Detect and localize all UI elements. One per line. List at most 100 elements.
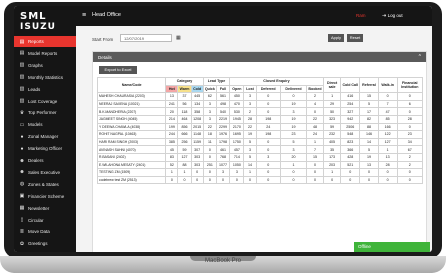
reset-button[interactable]: Reset (347, 34, 363, 42)
menu-icon[interactable]: ≡ (82, 12, 86, 19)
row-value-cell: 450 (229, 92, 245, 101)
table-row[interactable]: B.K.MANDHERIA (2207) 20 118 358 3 540 530 2 0 3 0 5… (96, 107, 424, 116)
header-financial-institution: Financial Institution (396, 76, 424, 94)
sidebar-item-label: Dealers (28, 158, 44, 163)
row-value-cell: 0 (279, 168, 308, 177)
table-row[interactable]: HARI RAM SINGH (2003) 385 256 1159 11 1798 175… (96, 137, 424, 147)
table-row[interactable]: TESTING ZM (1509) 1 1 0 0 3 3 1 0 0 0 1 0 0 0 0 (96, 168, 424, 177)
header-cold-call: Cold Call (340, 76, 361, 94)
row-value-cell: 13 (165, 92, 179, 101)
app-screen: SML ISUZU ▤ Reports ▤ Model Reports ▥ Graphs ▥… (14, 6, 432, 252)
export-excel-button[interactable]: Export to Excel (99, 66, 137, 74)
page-title: Head Office (92, 12, 121, 18)
row-value-cell: 0 (359, 168, 379, 177)
apply-button[interactable]: Apply (328, 34, 344, 42)
table-row[interactable]: R.BASANI (2402) 83 127 303 0 768 714 5 3 20 15 173 4… (96, 152, 424, 162)
row-value-cell: 203 (322, 160, 342, 170)
trophy-icon: ♛ (19, 109, 25, 116)
user-name[interactable]: Ram (356, 13, 366, 18)
start-date-input[interactable]: 12/07/2019 (120, 34, 172, 42)
row-value-cell: 24 (306, 130, 324, 139)
header-deferred: Deferred (255, 84, 281, 94)
row-value-cell: 385 (165, 137, 179, 147)
row-value-cell: 445 (190, 92, 204, 101)
table-row[interactable]: Y DEEWA CHAWLA (4038) 199 856 2015 22 2299 217… (96, 122, 424, 132)
table-row[interactable]: AVINASH SAHNI (4070) 45 59 307 0 461 457 3 0 3 7 35… (96, 145, 424, 154)
collapse-icon[interactable]: ^ (419, 54, 421, 60)
row-value-cell: 323 (322, 114, 342, 124)
graph-icon: ▥ (19, 86, 25, 93)
sidebar-item-models[interactable]: ▭ Models (14, 119, 76, 130)
header-closed-enquiry: Closed Enquiry (229, 77, 324, 86)
sidebar-item-move-data[interactable]: ≣ Move Data (14, 226, 76, 237)
row-value-cell: 0 (202, 168, 217, 177)
row-value-cell: 2 (396, 160, 424, 170)
row-value-cell: 20 (165, 107, 179, 116)
calendar-icon[interactable]: ▦ (176, 35, 181, 41)
row-name-cell: B.K.MANDHERIA (2207) (96, 107, 167, 116)
row-value-cell: 232 (322, 130, 342, 139)
row-value-cell: 127 (377, 137, 398, 147)
sidebar-item-monthly-statistics[interactable]: ▥ Monthly Statistics (14, 72, 76, 83)
row-value-cell: 59 (322, 122, 342, 132)
sidebar-item-label: Zonal Manager (28, 134, 59, 140)
row-value-cell: 19 (279, 99, 308, 109)
offline-status-badge: Offline (354, 242, 430, 252)
sidebar-item-greetings[interactable]: ✿ Greetings (14, 238, 76, 249)
sidebar-item-sales-executive[interactable]: ☻ Sales Executive (14, 167, 76, 178)
table-row[interactable]: NEERAJ SAXENA (10021) 241 56 134 3 498 470 3 0 19… (96, 99, 424, 109)
sidebar-item-label: Newsletter (28, 205, 50, 211)
sidebar-item-dealers[interactable]: ☻ Dealers (14, 155, 76, 166)
row-value-cell: 241 (165, 99, 179, 109)
row-value-cell: 3 (243, 92, 257, 101)
row-value-cell: 0 (306, 168, 324, 177)
row-value-cell: 1208 (190, 114, 204, 124)
row-value-cell: 2219 (215, 114, 231, 124)
sidebar-item-model-reports[interactable]: ▤ Model Reports (14, 48, 76, 59)
row-value-cell: 7 (377, 99, 398, 109)
row-name-cell: NEERAJ SAXENA (10021) (96, 99, 167, 109)
row-value-cell: 0 (190, 168, 204, 177)
row-value-cell: 256 (177, 137, 192, 147)
row-value-cell: 34 (396, 137, 424, 147)
logout-label: Log out (387, 13, 403, 18)
row-value-cell: 122 (377, 130, 398, 139)
sidebar-item-zonal-manager[interactable]: ● Zonal Manager (14, 131, 76, 142)
table-row[interactable]: JAGMEET SINGH (4045) 214 464 1208 3 2219 1945 2… (96, 114, 424, 124)
sidebar-item-zones-states[interactable]: ◍ Zones & States (14, 179, 76, 190)
sidebar-item-top-performer[interactable]: ♛ Top Performer (14, 107, 76, 118)
sidebar-item-label: Top Performer (28, 110, 57, 116)
row-value-cell: 0 (377, 175, 398, 185)
sidebar-item-marketing-officer[interactable]: ● Marketing Officer (14, 143, 76, 154)
row-value-cell: 1695 (229, 130, 245, 139)
row-value-cell: 0 (396, 175, 424, 185)
table-row[interactable]: E.WILAHONA MESATY (2401) 52 88 303 251 1077 10… (96, 160, 424, 170)
table-row[interactable]: MAHESH CHAURASIA (2203) 13 37 445 62 561 450 3 0… (96, 92, 424, 101)
sidebar-item-leads[interactable]: ▥ Leads (14, 84, 76, 95)
table-row[interactable]: ROHIT NAGPAL (10463) 244 666 1148 18 1976 1695… (96, 130, 424, 139)
sidebar-item-newsletter[interactable]: ▦ Newsletter (14, 203, 76, 214)
row-value-cell: 1148 (190, 130, 204, 139)
logout-button[interactable]: ⇥ Log out (382, 13, 403, 19)
row-value-cell: 146 (359, 130, 379, 139)
row-value-cell: 2170 (229, 122, 245, 132)
row-value-cell: 666 (177, 130, 192, 139)
table-row[interactable]: codebrew test ZM (2513) 0 0 0 0 0 0 0 0 0 0 0 0 0 0 0 (96, 175, 424, 185)
row-value-cell: 47 (377, 107, 398, 116)
sidebar-item-label: Lost Coverage (28, 98, 58, 104)
row-value-cell: 2 (306, 92, 324, 101)
sidebar-item-financier-scheme[interactable]: ▣ Financier Scheme (14, 191, 76, 202)
row-value-cell: 942 (340, 114, 361, 124)
sidebar-item-graphs[interactable]: ▥ Graphs (14, 60, 76, 71)
sidebar-item-reports[interactable]: ▤ Reports (14, 36, 76, 47)
row-value-cell: 464 (177, 114, 192, 124)
row-value-cell: 5 (279, 137, 308, 147)
row-value-cell: 768 (215, 152, 231, 162)
sidebar-item-lost-coverage[interactable]: ▥ Lost Coverage (14, 96, 76, 107)
sidebar-item-circular[interactable]: ▯ Circular (14, 215, 76, 226)
globe-icon: ◍ (19, 181, 25, 188)
start-from-label: Start From (92, 37, 114, 42)
row-value-cell: 17 (359, 107, 379, 116)
row-value-cell: 0 (377, 168, 398, 177)
graph-icon: ▥ (19, 74, 25, 81)
